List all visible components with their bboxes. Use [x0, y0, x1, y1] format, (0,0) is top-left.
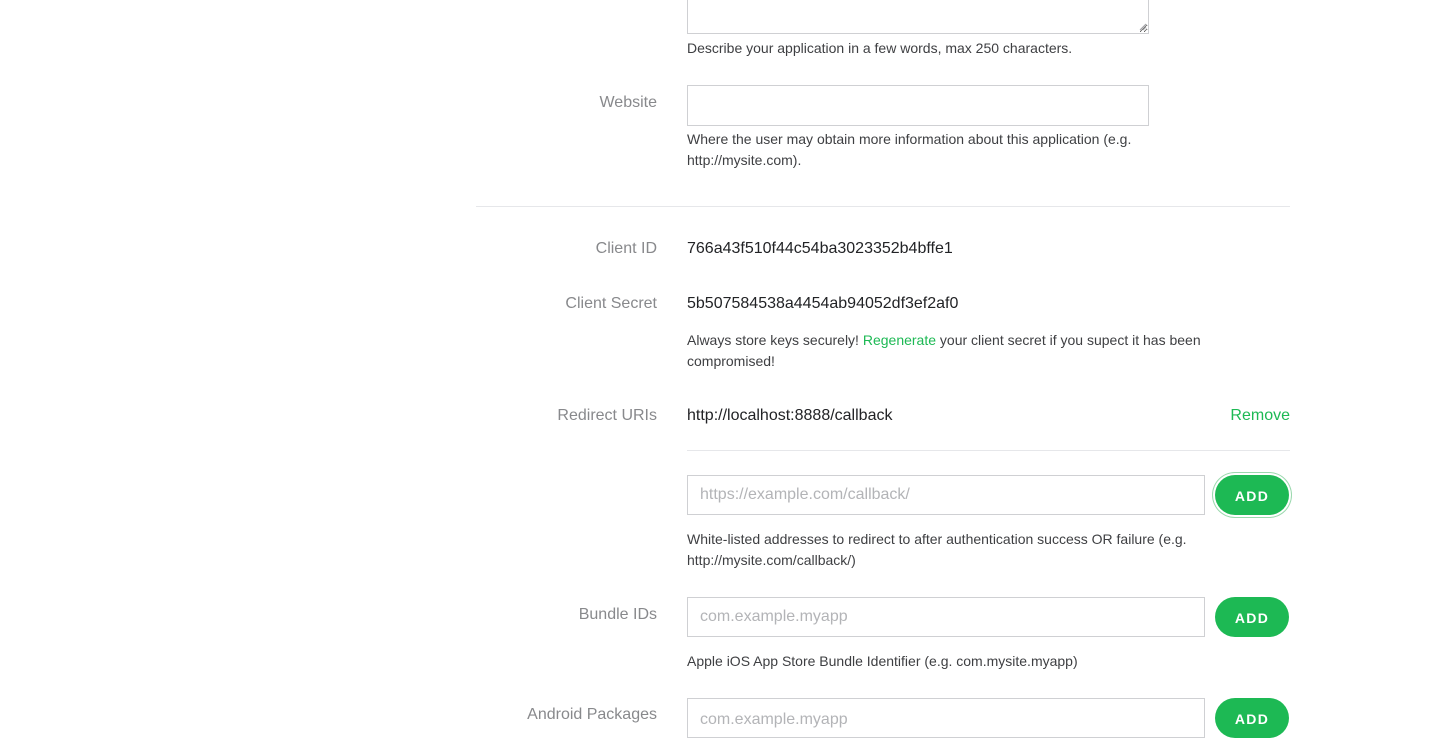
redirect-uris-label: Redirect URIs: [557, 407, 657, 424]
resize-handle-icon[interactable]: [1139, 23, 1147, 31]
android-package-input[interactable]: [687, 698, 1205, 738]
description-textarea[interactable]: [687, 0, 1149, 34]
redirect-uri-item: http://localhost:8888/callback: [687, 407, 893, 424]
android-packages-label: Android Packages: [527, 706, 657, 723]
client-secret-label: Client Secret: [565, 295, 657, 312]
client-secret-value: 5b507584538a4454ab94052df3ef2af0: [687, 295, 959, 312]
remove-redirect-uri-link[interactable]: Remove: [1230, 407, 1290, 425]
add-android-package-button[interactable]: ADD: [1215, 698, 1289, 738]
redirect-uri-input[interactable]: [687, 475, 1205, 515]
bundle-id-input[interactable]: [687, 597, 1205, 637]
add-redirect-uri-button[interactable]: ADD: [1215, 475, 1289, 515]
regenerate-link[interactable]: Regenerate: [863, 332, 936, 348]
client-secret-help: Always store keys securely! Regenerate y…: [687, 330, 1227, 372]
redirect-uri-divider: [687, 450, 1290, 451]
website-input[interactable]: [687, 85, 1149, 126]
client-id-value: 766a43f510f44c54ba3023352b4bffe1: [687, 240, 953, 257]
section-divider: [476, 206, 1290, 207]
bundle-ids-help: Apple iOS App Store Bundle Identifier (e…: [687, 653, 1078, 669]
website-label: Website: [599, 94, 657, 111]
redirect-uris-help: White-listed addresses to redirect to af…: [687, 531, 1187, 568]
client-id-label: Client ID: [595, 240, 657, 257]
client-secret-help-prefix: Always store keys securely!: [687, 332, 863, 348]
bundle-ids-label: Bundle IDs: [578, 606, 657, 623]
description-help: Describe your application in a few words…: [687, 40, 1073, 56]
website-help: Where the user may obtain more informati…: [687, 131, 1132, 168]
add-bundle-id-button[interactable]: ADD: [1215, 597, 1289, 637]
